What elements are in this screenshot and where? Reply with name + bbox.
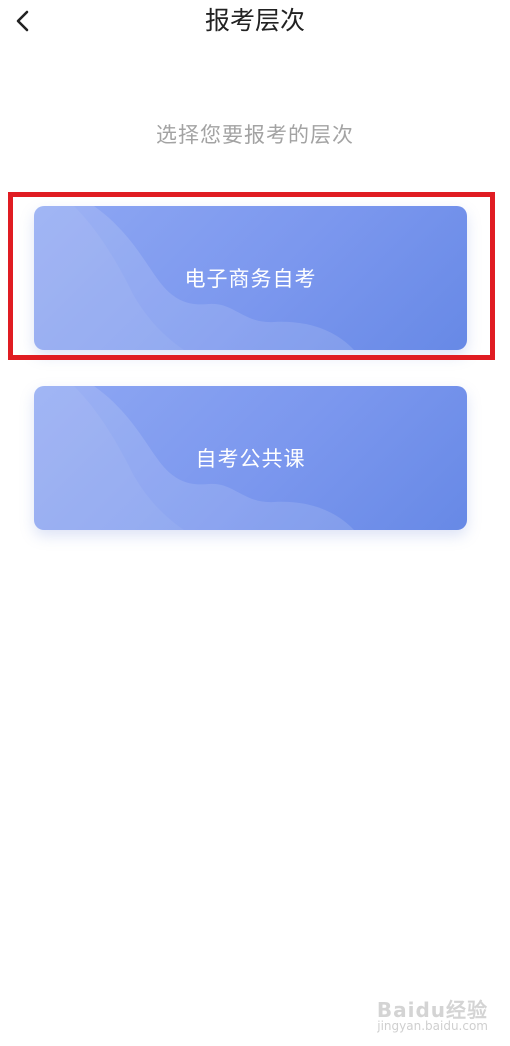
option-card-public-course[interactable]: 自考公共课: [34, 386, 467, 530]
option-label: 自考公共课: [195, 447, 306, 471]
top-nav-bar: 报考层次: [0, 0, 510, 44]
page: 报考层次 选择您要报考的层次 电子商务自考 自考公共课 Baidu经验 jing…: [0, 0, 510, 1046]
selection-prompt: 选择您要报考的层次: [156, 123, 354, 147]
watermark: Baidu经验 jingyan.baidu.com: [376, 998, 488, 1034]
option-label: 电子商务自考: [184, 267, 317, 291]
option-card-ecommerce[interactable]: 电子商务自考: [34, 206, 467, 350]
page-title: 报考层次: [204, 6, 305, 35]
watermark-brand: Baidu经验: [376, 998, 488, 1022]
watermark-url: jingyan.baidu.com: [377, 1019, 488, 1033]
